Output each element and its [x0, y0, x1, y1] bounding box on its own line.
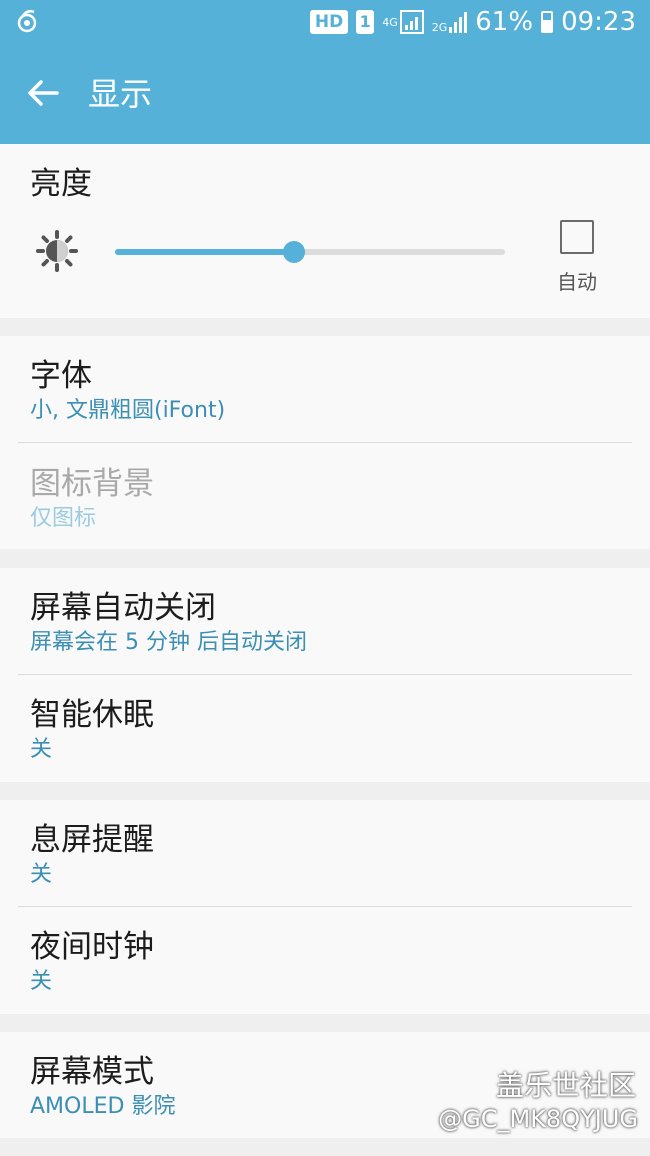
- screen-timeout-row-subtitle: 屏幕会在 5 分钟 后自动关闭: [30, 630, 307, 655]
- divider: [18, 442, 632, 443]
- brightness-title: 亮度: [30, 166, 92, 202]
- net-2g-label: 2G: [431, 21, 448, 34]
- night-clock-row-title: 夜间时钟: [30, 929, 154, 965]
- signal-2g-icon: 2G: [432, 11, 468, 33]
- icon-background-row-subtitle: 仅图标: [30, 506, 97, 531]
- auto-brightness-label: 自动: [557, 270, 597, 294]
- icon-background-row: 图标背景 仅图标: [0, 464, 650, 544]
- brightness-slider[interactable]: [115, 241, 505, 263]
- smart-stay-row-subtitle: 关: [30, 737, 53, 762]
- signal-4g-icon: 4G: [382, 10, 424, 34]
- back-arrow-icon[interactable]: [22, 72, 64, 114]
- settings-section-always-on: 息屏提醒 关 夜间时钟 关: [0, 800, 650, 1014]
- icon-background-row-title: 图标背景: [30, 466, 154, 502]
- brightness-slider-fill: [115, 249, 295, 255]
- font-row-title: 字体: [30, 358, 92, 394]
- smart-stay-row-title: 智能休眠: [30, 697, 154, 733]
- app-bar: 显示: [0, 44, 650, 144]
- brightness-slider-thumb[interactable]: [283, 241, 306, 263]
- notification-app-icon: [14, 8, 40, 34]
- brightness-row: 亮度: [0, 144, 650, 204]
- screen-timeout-row[interactable]: 屏幕自动关闭 屏幕会在 5 分钟 后自动关闭: [0, 588, 650, 676]
- sim-badge: 1: [356, 10, 375, 34]
- watermark-community: 盖乐世社区: [495, 1069, 636, 1102]
- divider: [18, 674, 632, 675]
- battery-percent: 61%: [475, 7, 534, 37]
- hd-voice-badge: HD: [309, 10, 349, 34]
- net-4g-label: 4G: [382, 15, 398, 29]
- font-row-subtitle: 小, 文鼎粗圆(iFont): [30, 398, 226, 423]
- night-clock-row-subtitle: 关: [30, 969, 53, 994]
- brightness-sun-icon: [36, 230, 78, 276]
- always-on-display-row[interactable]: 息屏提醒 关: [0, 820, 650, 908]
- status-bar: HD 1 4G 2G 61% 09:23: [0, 0, 650, 44]
- divider: [18, 906, 632, 907]
- watermark-user: @GC_MK8QYJUG: [438, 1105, 638, 1133]
- clock: 09:23: [561, 7, 636, 37]
- settings-section-font: 字体 小, 文鼎粗圆(iFont) 图标背景 仅图标: [0, 336, 650, 549]
- settings-section-screen-timeout: 屏幕自动关闭 屏幕会在 5 分钟 后自动关闭 智能休眠 关: [0, 568, 650, 782]
- smart-stay-row[interactable]: 智能休眠 关: [0, 695, 650, 777]
- font-row[interactable]: 字体 小, 文鼎粗圆(iFont): [0, 356, 650, 446]
- screen-timeout-row-title: 屏幕自动关闭: [30, 590, 216, 626]
- night-clock-row[interactable]: 夜间时钟 关: [0, 927, 650, 1009]
- brightness-card: 亮度: [0, 144, 650, 318]
- always-on-display-row-subtitle: 关: [30, 862, 53, 887]
- auto-brightness-checkbox[interactable]: [560, 220, 594, 254]
- battery-icon: [541, 11, 554, 33]
- always-on-display-row-title: 息屏提醒: [30, 822, 154, 858]
- page-title: 显示: [88, 75, 153, 113]
